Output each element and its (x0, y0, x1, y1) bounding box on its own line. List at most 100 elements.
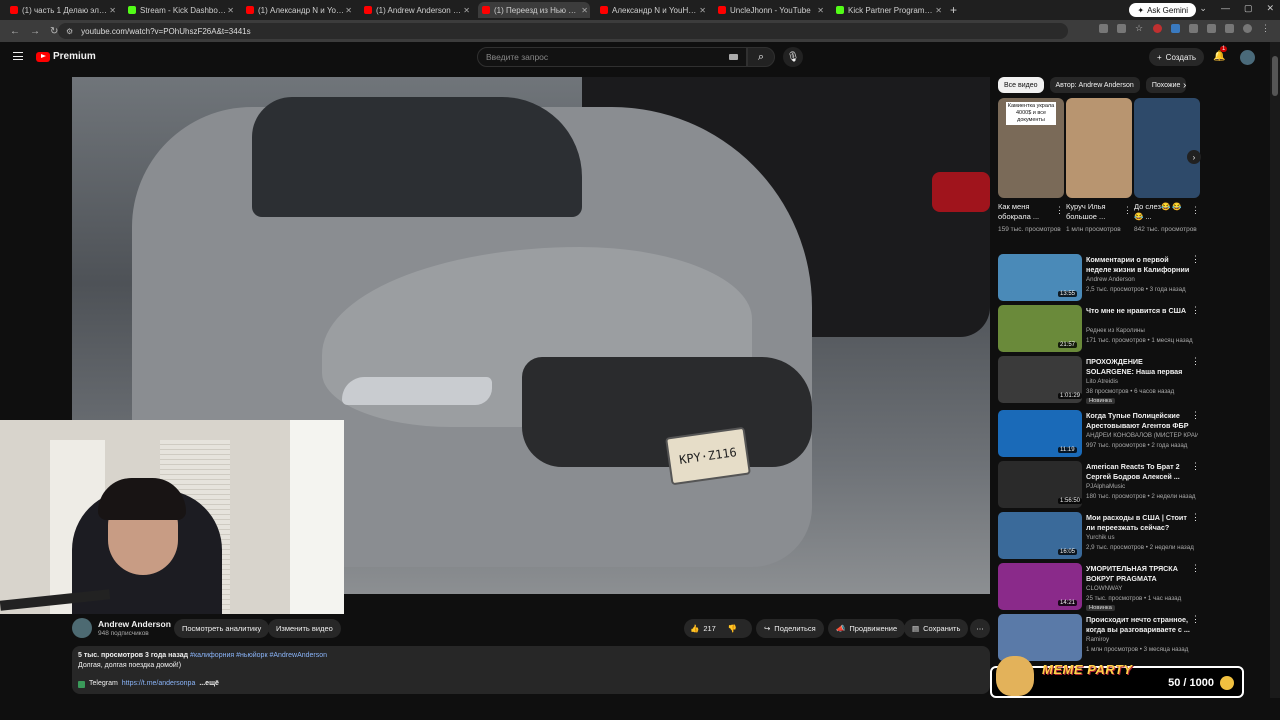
channel-name[interactable]: Andrew Anderson (98, 619, 171, 629)
recommended-video[interactable]: 1:56:50 American Reacts To Брат 2 Сергей … (998, 461, 1203, 509)
short-thumbnail[interactable] (1066, 98, 1132, 198)
telegram-link[interactable]: https://t.me/andersonpa (122, 679, 196, 689)
forward-icon[interactable]: → (30, 26, 40, 37)
profile-icon[interactable] (1243, 24, 1252, 33)
account-avatar[interactable] (1240, 50, 1255, 65)
video-channel[interactable]: CLOWNWAY (1086, 585, 1198, 592)
video-thumbnail[interactable] (998, 614, 1082, 661)
recommended-video[interactable]: 21:57 Что мне не нравится в США Реднек из … (998, 305, 1203, 353)
edit-video-button[interactable]: Изменить видео (268, 619, 341, 638)
video-title[interactable]: Происходит нечто странное, когда вы разг… (1086, 615, 1191, 635)
notifications-bell-icon[interactable]: 🔔 (1213, 51, 1225, 62)
video-channel[interactable]: PJAlphaMusic (1086, 483, 1198, 490)
short-card[interactable]: Камиентка украла 4000$ и все документы Ка… (998, 98, 1064, 234)
site-info-icon[interactable]: ⚙ (66, 27, 73, 36)
back-icon[interactable]: ← (10, 26, 20, 37)
tab-close-icon[interactable]: ✕ (463, 6, 470, 15)
search-button[interactable]: ⌕ (747, 47, 775, 67)
bookmark-star-icon[interactable]: ☆ (1135, 24, 1144, 33)
tab-close-icon[interactable]: ✕ (581, 6, 588, 15)
recommended-video[interactable]: 11:19 Когда Тупые Полицейские Арестовываю… (998, 410, 1203, 458)
short-thumbnail[interactable]: Камиентка украла 4000$ и все документы (998, 98, 1064, 198)
browser-tab[interactable]: (1) Александр N и YouHollyw✕ (242, 2, 354, 18)
more-actions-button[interactable]: ⋯ (970, 619, 990, 638)
video-channel[interactable]: Ramiroy (1086, 636, 1198, 643)
close-icon[interactable]: ✕ (1266, 3, 1274, 14)
video-menu-icon[interactable]: ⋮ (1191, 563, 1200, 574)
recommended-video[interactable]: 16:05 Мои расходы в США | Стоит ли переез… (998, 512, 1203, 560)
description-box[interactable]: 5 тыс. просмотров 3 года назад #калифорн… (72, 646, 990, 694)
hashtags[interactable]: #калифорния #ньюйорк #AndrewAnderson (190, 652, 327, 659)
short-menu-icon[interactable]: ⋮ (1055, 205, 1064, 216)
video-channel[interactable]: Yurchik us (1086, 534, 1198, 541)
chevron-down-icon[interactable]: ⌄ (1199, 3, 1207, 14)
short-title[interactable]: До слез😂 😂 😂 ... (1134, 202, 1188, 222)
video-menu-icon[interactable]: ⋮ (1191, 461, 1200, 472)
video-title[interactable]: Когда Тупые Полицейские Арестовывают Аге… (1086, 411, 1191, 431)
short-card[interactable]: Куруч Илья большое ... 1 млн просмотров ⋮ (1066, 98, 1132, 234)
menu-dots-icon[interactable]: ⋮ (1261, 24, 1270, 33)
dislike-button[interactable]: 👎 (728, 624, 737, 633)
browser-tab[interactable]: (1) Переезд из Нью Йорка в К✕ (478, 2, 590, 18)
cast-icon[interactable] (1117, 24, 1126, 33)
youtube-logo[interactable]: Premium (36, 51, 96, 62)
sidebar-icon[interactable] (1207, 24, 1216, 33)
share-button[interactable]: ↪ Поделиться (756, 619, 824, 638)
short-thumbnail[interactable] (1134, 98, 1200, 198)
voice-search-button[interactable]: 🎙 (783, 47, 803, 67)
filter-chip[interactable]: Автор: Andrew Anderson (1049, 77, 1140, 93)
video-channel[interactable]: АНДРЕЙ КОНОВАЛОВ (МИСТЕР КРАЙ... (1086, 432, 1198, 439)
new-tab-button[interactable]: + (950, 3, 957, 17)
short-menu-icon[interactable]: ⋮ (1123, 205, 1132, 216)
chevron-right-icon[interactable]: › (1183, 80, 1186, 91)
filter-chip[interactable]: Все видео (998, 77, 1044, 93)
video-menu-icon[interactable]: ⋮ (1191, 356, 1200, 367)
recommended-video[interactable]: Происходит нечто странное, когда вы разг… (998, 614, 1203, 662)
translate-icon[interactable] (1099, 24, 1108, 33)
like-button[interactable]: 👍 217 (690, 624, 716, 633)
extension-red-icon[interactable] (1153, 24, 1162, 33)
short-menu-icon[interactable]: ⋮ (1191, 205, 1200, 216)
browser-tab[interactable]: (1) часть 1 Делаю электрику у✕ (6, 2, 118, 18)
video-menu-icon[interactable]: ⋮ (1191, 512, 1200, 523)
video-title[interactable]: Что мне не нравится в США (1086, 306, 1191, 316)
short-card[interactable]: До слез😂 😂 😂 ... 842 тыс. просмотров ⋮ (1134, 98, 1200, 234)
video-title[interactable]: American Reacts To Брат 2 Сергей Бодров … (1086, 462, 1191, 482)
short-title[interactable]: Как меня обокрала ... (998, 202, 1052, 222)
promote-button[interactable]: 📣 Продвижение (828, 619, 906, 638)
recommended-video[interactable]: 14:21 УМОРИТЕЛЬНАЯ ТРЯСКА ВОКРУГ PRAGMATA… (998, 563, 1203, 611)
recommended-video[interactable]: 1:01:29 ПРОХОЖДЕНИЕ SOLARGENE: Наша перва… (998, 356, 1203, 404)
extension-blue-icon[interactable] (1171, 24, 1180, 33)
url-field[interactable]: ⚙ youtube.com/watch?v=POhUhszF26A&t=3441… (58, 23, 1068, 39)
browser-tab[interactable]: (1) Andrew Anderson - YouTub✕ (360, 2, 472, 18)
shelf-next-button[interactable]: › (1187, 150, 1201, 164)
maximize-icon[interactable]: ▢ (1244, 3, 1253, 14)
video-channel[interactable]: Andrew Anderson (1086, 276, 1198, 283)
browser-tab[interactable]: Kick Partner Program - Kick Da✕ (832, 2, 944, 18)
tab-close-icon[interactable]: ✕ (699, 6, 706, 15)
video-title[interactable]: УМОРИТЕЛЬНАЯ ТРЯСКА ВОКРУГ PRAGMATA (1086, 564, 1191, 584)
tab-close-icon[interactable]: ✕ (817, 6, 824, 15)
analytics-button[interactable]: Посмотреть аналитику (174, 619, 270, 638)
channel-avatar[interactable] (72, 618, 92, 638)
video-menu-icon[interactable]: ⋮ (1191, 614, 1200, 625)
save-button[interactable]: ▤ Сохранить (904, 619, 969, 638)
filter-chip[interactable]: Похожие (1145, 77, 1187, 93)
scrollbar-thumb[interactable] (1272, 56, 1278, 96)
browser-tab[interactable]: Александр N и YouHollywood✕ (596, 2, 708, 18)
menu-icon[interactable] (13, 52, 23, 60)
minimize-icon[interactable]: — (1221, 3, 1230, 14)
extensions-puzzle-icon[interactable] (1189, 24, 1198, 33)
tab-close-icon[interactable]: ✕ (935, 6, 942, 15)
video-channel[interactable]: Lito Atreidis (1086, 378, 1198, 385)
short-title[interactable]: Куруч Илья большое ... (1066, 202, 1120, 222)
video-menu-icon[interactable]: ⋮ (1191, 410, 1200, 421)
create-button[interactable]: + Создать (1149, 48, 1205, 66)
tab-close-icon[interactable]: ✕ (227, 6, 234, 15)
tab-close-icon[interactable]: ✕ (345, 6, 352, 15)
video-menu-icon[interactable]: ⋮ (1191, 305, 1200, 316)
video-title[interactable]: Комментарии о первой неделе жизни в Кали… (1086, 255, 1191, 275)
search-input[interactable]: Введите запрос (477, 47, 747, 67)
video-menu-icon[interactable]: ⋮ (1191, 254, 1200, 265)
show-more-link[interactable]: ...ещё (199, 679, 219, 689)
